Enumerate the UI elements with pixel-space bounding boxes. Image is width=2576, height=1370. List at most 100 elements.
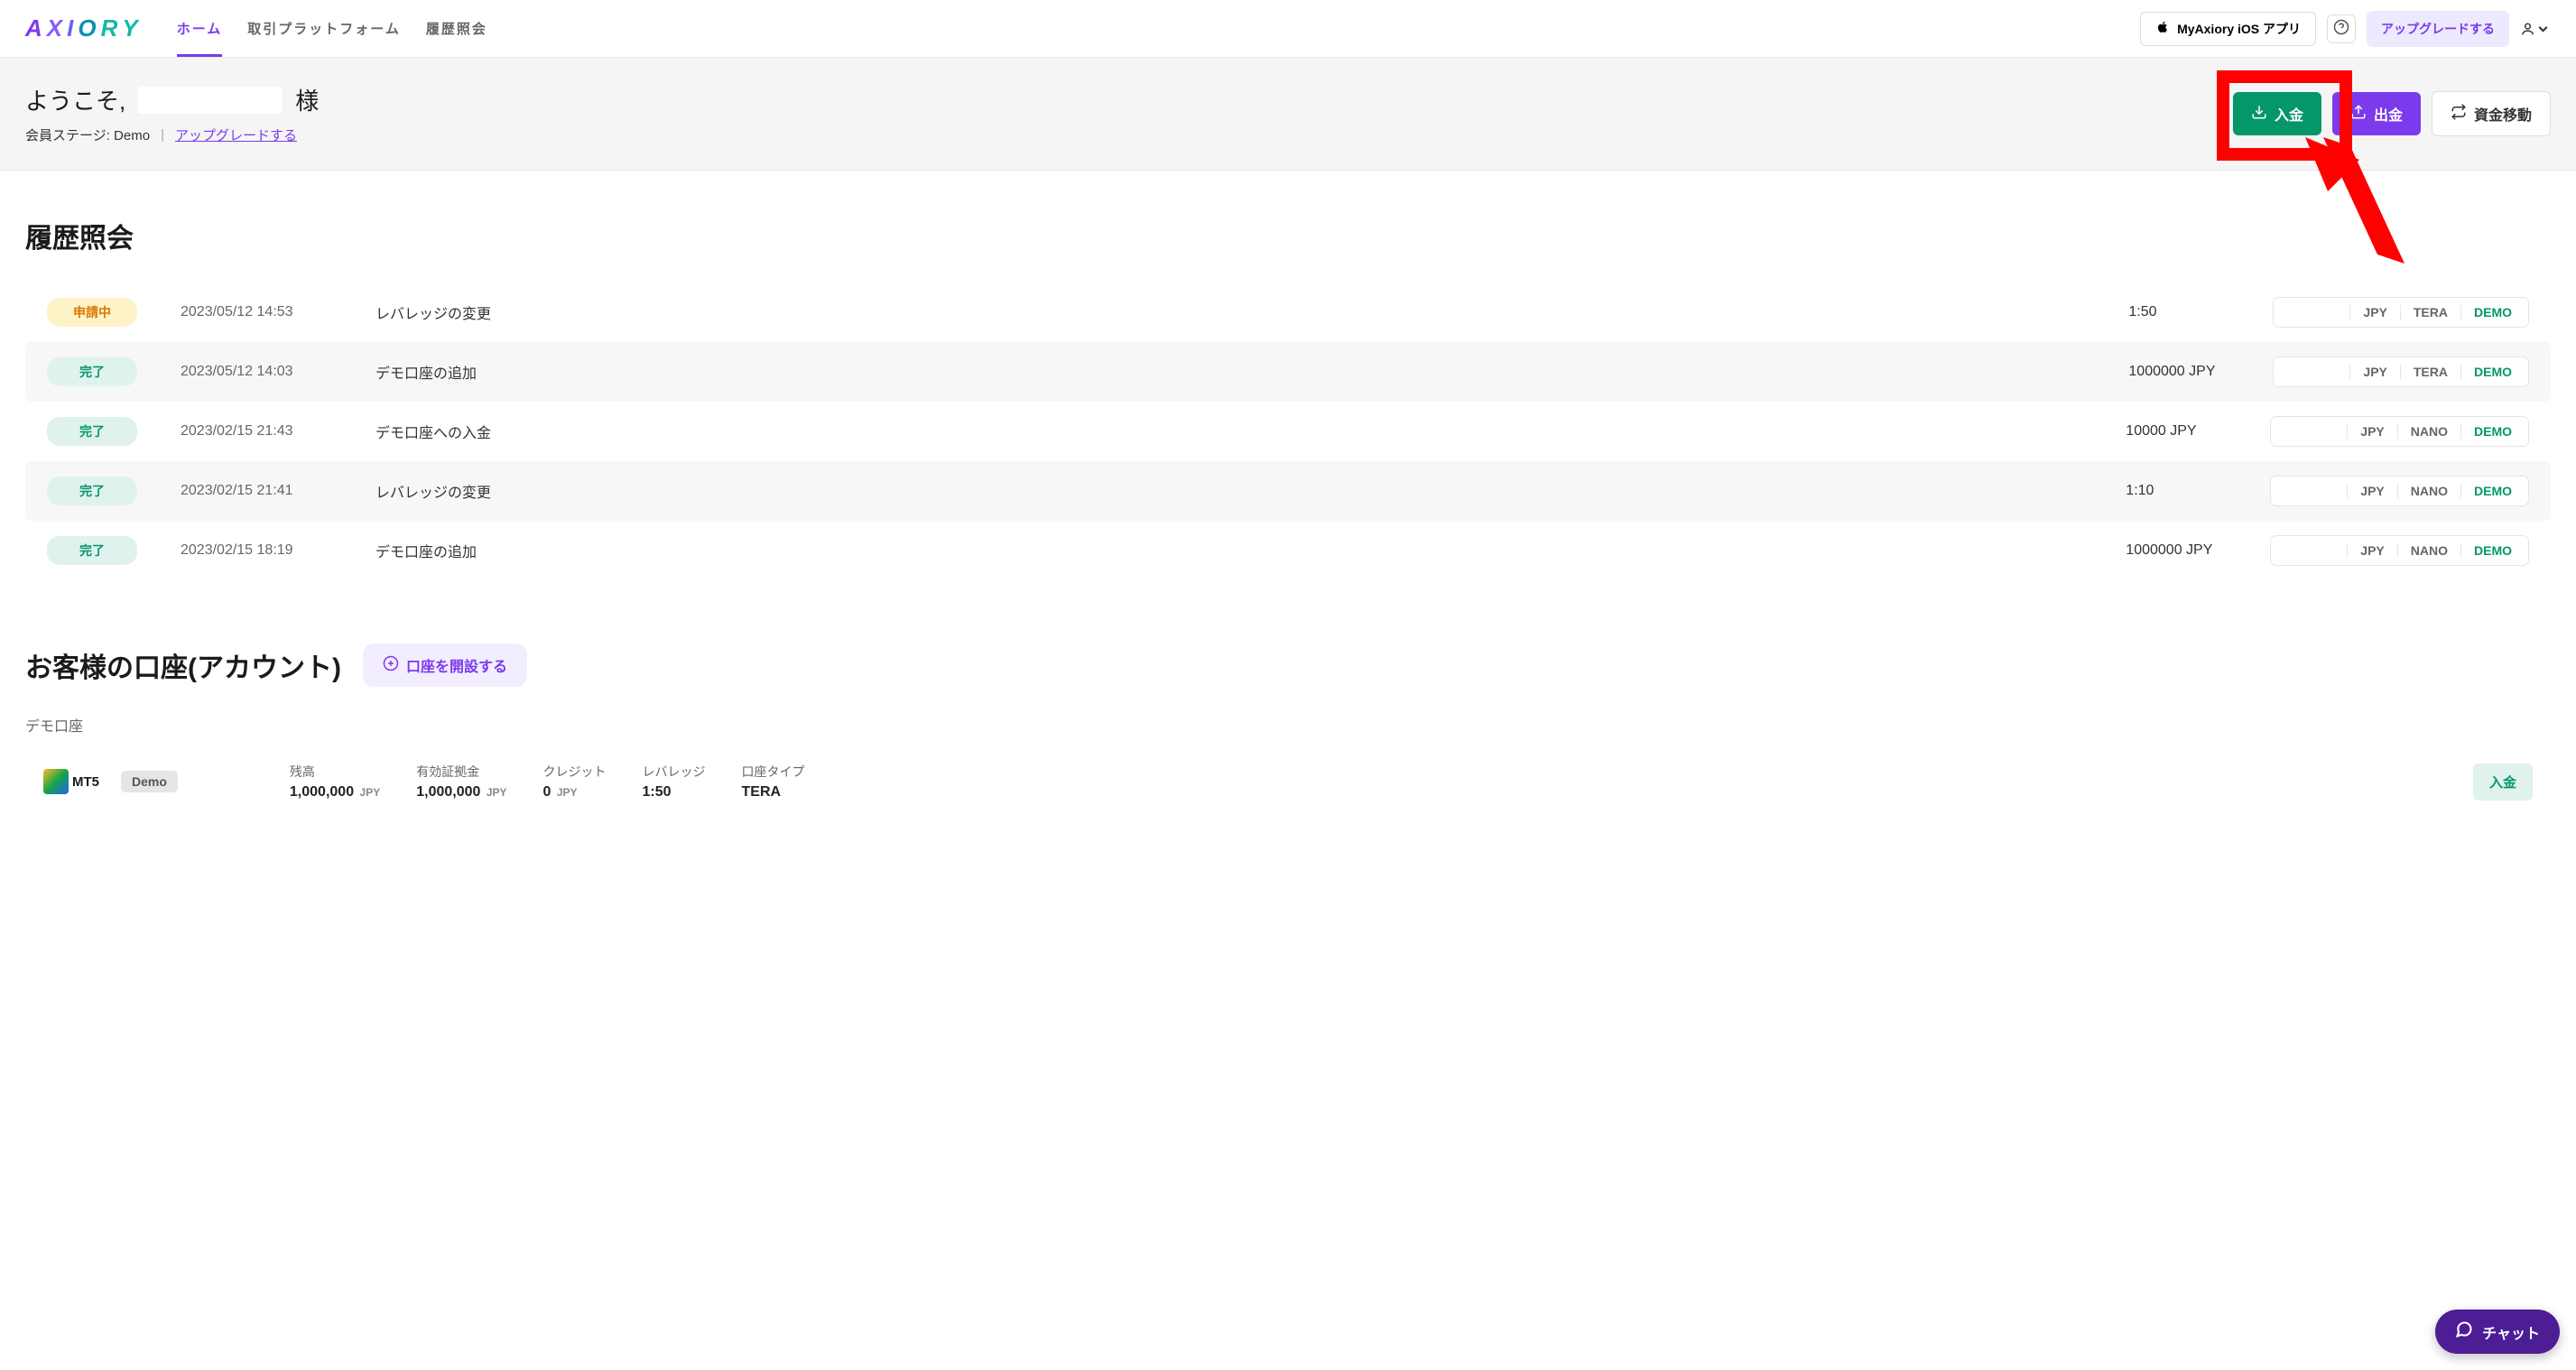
nav-platform[interactable]: 取引プラットフォーム <box>247 1 401 56</box>
account-id-redacted <box>2284 483 2338 499</box>
welcome-actions: 入金 出金 資金移動 <box>2233 91 2551 136</box>
ios-app-label: MyAxiory iOS アプリ <box>2177 20 2301 38</box>
stat-value: 1,000,000 JPY <box>290 784 380 801</box>
mt5-badge: MT5 <box>43 769 99 794</box>
open-account-label: 口座を開設する <box>406 654 507 676</box>
history-row[interactable]: 完了 2023/02/15 21:43 デモ口座への入金 10000 JPY J… <box>25 402 2551 461</box>
history-action: レバレッジの変更 <box>375 480 2126 502</box>
account-stat: 口座タイプ TERA <box>742 763 805 801</box>
account-id-redacted <box>199 772 268 791</box>
stat-label: 口座タイプ <box>742 763 805 781</box>
withdraw-label: 出金 <box>2374 103 2403 125</box>
upgrade-button[interactable]: アップグレードする <box>2367 11 2509 47</box>
history-value: 1000000 JPY <box>2126 542 2270 559</box>
history-tags: JPY TERA DEMO <box>2273 356 2529 387</box>
status-badge: 完了 <box>47 417 137 446</box>
help-button[interactable] <box>2327 14 2356 43</box>
welcome-suffix: 様 <box>295 83 319 116</box>
history-list: 申請中 2023/05/12 14:53 レバレッジの変更 1:50 JPY T… <box>25 282 2551 580</box>
status-badge: 申請中 <box>47 298 137 327</box>
mode-tag: DEMO <box>2470 424 2516 439</box>
account-id-redacted <box>2286 304 2340 320</box>
history-tags: JPY TERA DEMO <box>2273 297 2529 328</box>
account-stat: 有効証拠金 1,000,000 JPY <box>416 763 506 801</box>
upgrade-link[interactable]: アップグレードする <box>175 125 297 144</box>
account-tag: NANO <box>2407 484 2451 498</box>
apple-icon <box>2155 20 2170 37</box>
history-row[interactable]: 申請中 2023/05/12 14:53 レバレッジの変更 1:50 JPY T… <box>25 282 2551 342</box>
account-tag: NANO <box>2407 543 2451 558</box>
logo[interactable]: AXIORY <box>25 14 141 42</box>
mode-tag: DEMO <box>2470 305 2516 319</box>
chat-icon <box>2455 1320 2473 1343</box>
account-tag: NANO <box>2407 424 2451 439</box>
platform-label: MT5 <box>72 774 99 790</box>
account-row: MT5 Demo 残高 1,000,000 JPY 有効証拠金 1,000,00… <box>25 752 2551 811</box>
history-date: 2023/02/15 21:41 <box>181 483 343 499</box>
nav: ホーム 取引プラットフォーム 履歴照会 <box>177 1 487 56</box>
main-content: 履歴照会 申請中 2023/05/12 14:53 レバレッジの変更 1:50 … <box>0 171 2576 838</box>
nav-history[interactable]: 履歴照会 <box>426 1 487 56</box>
stat-value: 1,000,000 JPY <box>416 784 506 801</box>
history-row[interactable]: 完了 2023/02/15 18:19 デモ口座の追加 1000000 JPY … <box>25 521 2551 580</box>
open-account-button[interactable]: 口座を開設する <box>363 643 527 687</box>
history-row[interactable]: 完了 2023/05/12 14:03 デモ口座の追加 1000000 JPY … <box>25 342 2551 402</box>
history-date: 2023/05/12 14:53 <box>181 304 343 320</box>
history-value: 1:10 <box>2126 483 2270 499</box>
chat-button[interactable]: チャット <box>2435 1310 2560 1354</box>
currency-tag: JPY <box>2357 484 2387 498</box>
currency-tag: JPY <box>2359 305 2390 319</box>
stat-value: 0 JPY <box>543 784 607 801</box>
history-date: 2023/02/15 21:43 <box>181 423 343 440</box>
user-menu[interactable] <box>2520 14 2551 44</box>
history-value: 10000 JPY <box>2126 423 2270 440</box>
history-date: 2023/05/12 14:03 <box>181 364 343 380</box>
history-action: デモ口座の追加 <box>375 361 2128 383</box>
welcome-title: ようこそ, 様 <box>25 83 2233 116</box>
mode-tag: DEMO <box>2470 543 2516 558</box>
transfer-button[interactable]: 資金移動 <box>2432 91 2551 136</box>
withdraw-button[interactable]: 出金 <box>2332 92 2421 135</box>
stat-value: TERA <box>742 784 805 801</box>
stat-label: 残高 <box>290 763 380 781</box>
account-id-redacted <box>2284 542 2338 559</box>
account-stat: レバレッジ 1:50 <box>643 763 706 801</box>
download-icon <box>2251 104 2267 125</box>
accounts-title: お客様の口座(アカウント) <box>25 645 341 685</box>
member-stage: 会員ステージ: Demo | アップグレードする <box>25 125 2233 144</box>
history-value: 1000000 JPY <box>2128 364 2273 380</box>
deposit-button[interactable]: 入金 <box>2233 92 2321 135</box>
history-tags: JPY NANO DEMO <box>2270 476 2529 506</box>
stage-label: 会員ステージ: <box>25 128 110 143</box>
stat-label: レバレッジ <box>643 763 706 781</box>
account-stat: クレジット 0 JPY <box>543 763 607 801</box>
mode-tag: DEMO <box>2470 365 2516 379</box>
chevron-down-icon <box>2535 21 2551 37</box>
welcome-bar: ようこそ, 様 会員ステージ: Demo | アップグレードする 入金 出金 資… <box>0 58 2576 171</box>
account-stat: 残高 1,000,000 JPY <box>290 763 380 801</box>
account-id-redacted <box>2284 423 2338 440</box>
history-row[interactable]: 完了 2023/02/15 21:41 レバレッジの変更 1:10 JPY NA… <box>25 461 2551 521</box>
deposit-label: 入金 <box>2275 103 2303 125</box>
mt5-icon <box>43 769 69 794</box>
demo-chip: Demo <box>121 771 178 792</box>
history-title: 履歴照会 <box>25 216 2551 255</box>
nav-home[interactable]: ホーム <box>177 1 223 56</box>
chat-label: チャット <box>2482 1321 2540 1343</box>
currency-tag: JPY <box>2359 365 2390 379</box>
help-icon <box>2333 19 2349 38</box>
currency-tag: JPY <box>2357 543 2387 558</box>
welcome-prefix: ようこそ, <box>25 83 125 116</box>
account-deposit-button[interactable]: 入金 <box>2473 764 2533 801</box>
plus-circle-icon <box>383 655 399 676</box>
history-action: デモ口座の追加 <box>375 540 2126 561</box>
upload-icon <box>2350 104 2367 125</box>
account-tag: TERA <box>2410 365 2451 379</box>
transfer-icon <box>2451 104 2467 125</box>
mode-tag: DEMO <box>2470 484 2516 498</box>
history-tags: JPY NANO DEMO <box>2270 416 2529 447</box>
ios-app-button[interactable]: MyAxiory iOS アプリ <box>2140 12 2316 46</box>
account-id-redacted <box>2286 364 2340 380</box>
transfer-label: 資金移動 <box>2474 103 2532 125</box>
stat-label: クレジット <box>543 763 607 781</box>
